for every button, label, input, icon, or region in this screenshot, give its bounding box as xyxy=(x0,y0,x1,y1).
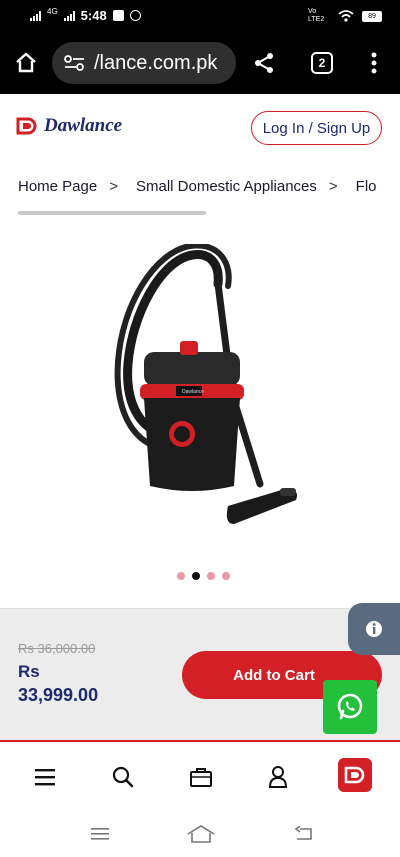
product-brand-label: Dawlance xyxy=(182,389,204,395)
whatsapp-status-icon xyxy=(129,10,141,21)
whatsapp-icon xyxy=(337,693,363,720)
search-icon[interactable] xyxy=(108,762,138,792)
breadcrumb-separator: > xyxy=(109,178,118,195)
carousel-dot[interactable] xyxy=(207,572,215,580)
site-settings-icon[interactable] xyxy=(62,52,88,74)
volte-indicator: Vo LTE2 xyxy=(308,8,325,23)
dawlance-app-icon[interactable] xyxy=(338,758,372,792)
breadcrumb-small-domestic-appliances[interactable]: Small Domestic Appliances xyxy=(136,178,317,195)
logo-text: Dawlance xyxy=(44,115,123,136)
whatsapp-button[interactable] xyxy=(323,680,377,734)
breadcrumb-scrollbar[interactable] xyxy=(18,211,206,215)
facebook-icon xyxy=(112,10,124,21)
share-icon[interactable] xyxy=(250,49,278,77)
old-price: Rs 36,000.00 xyxy=(18,641,96,656)
site-bottom-nav xyxy=(0,742,400,812)
dawlance-logo-mark xyxy=(16,117,37,135)
tab-switcher-button[interactable]: 2 xyxy=(308,49,336,77)
help-chat-tab[interactable] xyxy=(348,603,400,655)
account-icon[interactable] xyxy=(263,762,293,792)
network-type: 4G xyxy=(47,7,58,16)
carousel-dot-active[interactable] xyxy=(192,572,200,580)
home-icon[interactable] xyxy=(12,49,40,77)
signal-icon xyxy=(30,10,41,21)
system-navigation-bar xyxy=(0,812,400,857)
login-signup-button[interactable]: Log In / Sign Up xyxy=(251,111,382,145)
breadcrumb-current[interactable]: Flo xyxy=(356,178,377,195)
url-text: /lance.com.pk xyxy=(94,51,218,74)
back-icon[interactable] xyxy=(292,824,316,844)
price-value: 33,999.00 xyxy=(18,685,99,705)
carousel-dot[interactable] xyxy=(222,572,230,580)
carousel-dot[interactable] xyxy=(177,572,185,580)
carousel-dots xyxy=(177,572,230,580)
product-image[interactable]: Dawlance xyxy=(110,242,310,536)
breadcrumb-home[interactable]: Home Page xyxy=(18,178,97,195)
recents-icon[interactable] xyxy=(88,824,112,844)
system-home-icon[interactable] xyxy=(185,822,217,846)
site-header: Dawlance Log In / Sign Up xyxy=(0,94,400,164)
menu-icon[interactable] xyxy=(30,762,60,792)
cart-icon[interactable] xyxy=(186,762,216,792)
status-time: 5:48 xyxy=(80,8,107,23)
browser-toolbar: /lance.com.pk 2 xyxy=(0,32,400,94)
more-menu-icon[interactable] xyxy=(360,49,388,77)
wifi-icon xyxy=(338,10,354,22)
dawlance-logo[interactable]: Dawlance xyxy=(16,115,122,137)
tab-count: 2 xyxy=(311,52,333,74)
battery-icon: 89 xyxy=(362,10,382,22)
info-bubble-icon xyxy=(366,621,382,637)
breadcrumb-separator: > xyxy=(328,178,338,195)
price-currency: Rs xyxy=(18,662,40,681)
address-bar[interactable]: /lance.com.pk xyxy=(52,42,236,84)
status-bar: 4G 5:48 Vo LTE2 89 xyxy=(0,0,400,32)
signal-icon-2 xyxy=(63,10,75,21)
breadcrumb: Home Page > Small Domestic Appliances > Flo xyxy=(18,178,400,202)
